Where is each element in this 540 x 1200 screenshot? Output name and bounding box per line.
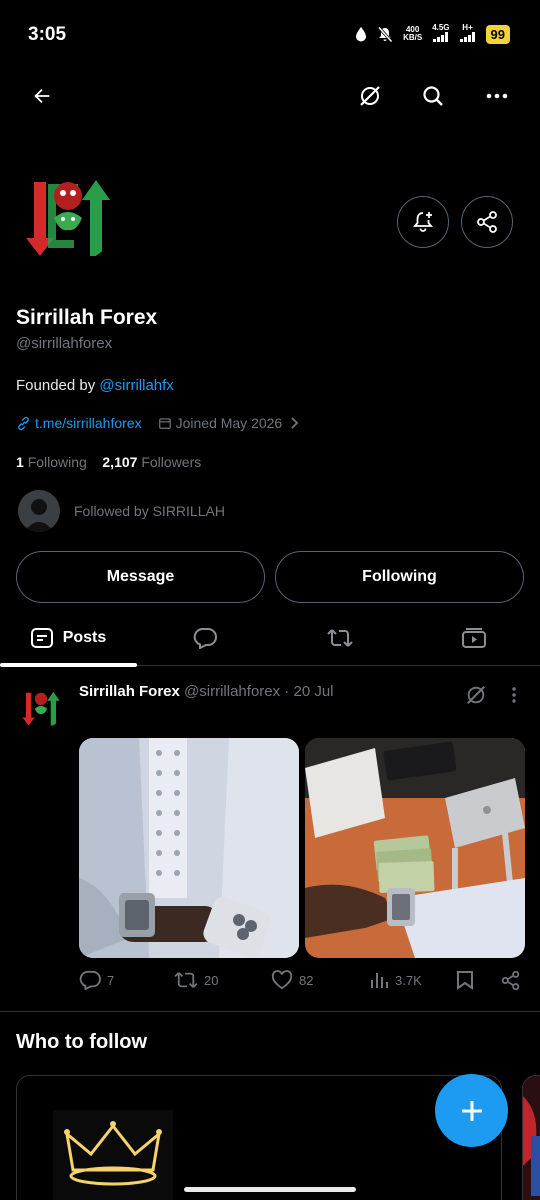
post-separator: · [280, 683, 294, 700]
post-author-avatar[interactable] [18, 683, 64, 729]
media-icon [461, 628, 486, 648]
like-button[interactable]: 82 [271, 970, 313, 990]
bell-plus-icon [413, 212, 433, 232]
bio-text: Founded by [16, 377, 100, 394]
top-navigation [0, 72, 540, 122]
follower-avatar [18, 490, 60, 532]
post-actions: 7 20 82 3.7K [79, 970, 529, 1000]
tab-replies[interactable] [137, 610, 272, 666]
suggestion-thumbnail [523, 1076, 540, 1200]
search-icon [423, 86, 443, 106]
link-icon [18, 416, 29, 430]
bio-mention-link[interactable]: @sirrillahfx [99, 377, 173, 394]
status-icons: 400 KB/S 4.5G H+ 99 [355, 24, 510, 44]
notify-button[interactable] [397, 196, 449, 248]
views-count: 3.7K [395, 972, 422, 988]
post-grok-button[interactable] [456, 675, 496, 715]
profile-meta: t.me/sirrillahforex Joined May 2026 [16, 415, 300, 431]
suggestion-card[interactable] [16, 1075, 502, 1200]
followed-by-text: Followed by SIRRILLAH [74, 503, 225, 519]
search-button[interactable] [413, 76, 453, 116]
message-button[interactable]: Message [16, 551, 265, 603]
network-speed: 400 KB/S [403, 25, 423, 42]
repost-count: 20 [204, 972, 219, 988]
grok-icon [360, 86, 380, 106]
grok-button[interactable] [350, 76, 390, 116]
default-avatar-icon [18, 490, 60, 532]
reply-button[interactable]: 7 [79, 970, 114, 990]
profile-bio: Founded by @sirrillahfx [16, 377, 174, 394]
photo-desk-cash-laptop [305, 738, 525, 958]
plus-icon [461, 1100, 482, 1121]
more-options-button[interactable] [477, 76, 517, 116]
crown-icon [53, 1110, 173, 1200]
reposts-icon [326, 629, 353, 647]
brand-logo-icon [16, 160, 120, 264]
grok-icon [467, 686, 485, 704]
share-icon [477, 211, 497, 233]
bookmark-icon [457, 971, 473, 990]
signal-icon [459, 32, 475, 42]
post-more-button[interactable] [494, 675, 534, 715]
following-link[interactable]: 1 Following [16, 454, 87, 470]
back-arrow-icon [34, 88, 50, 104]
more-dots-icon [486, 93, 508, 99]
tab-media[interactable] [407, 610, 540, 666]
post-date[interactable]: 20 Jul [293, 683, 333, 700]
reply-count: 7 [107, 972, 115, 988]
tab-posts-label: Posts [62, 629, 107, 646]
posts-icon [30, 628, 53, 648]
brand-logo-icon [18, 683, 64, 729]
post-share-button[interactable] [500, 970, 521, 991]
tab-reposts[interactable] [272, 610, 407, 666]
more-vertical-icon [512, 687, 516, 703]
repost-icon [174, 972, 198, 988]
water-drop-icon [356, 27, 367, 42]
post-author-handle[interactable]: @sirrillahforex [184, 683, 280, 700]
views-chart-icon [371, 973, 388, 988]
post-header: Sirrillah Forex @sirrillahforex · 20 Jul [79, 683, 334, 700]
website-link[interactable]: t.me/sirrillahforex [35, 415, 142, 431]
followed-by[interactable]: Followed by SIRRILLAH [18, 490, 225, 532]
profile-display-name: Sirrillah Forex [16, 306, 158, 329]
photo-white-robe-watch [79, 738, 299, 958]
joined-date: Joined May 2026 [175, 415, 283, 431]
post-image-2[interactable] [305, 738, 525, 958]
signal-icon [432, 32, 448, 42]
repost-button[interactable]: 20 [174, 970, 218, 990]
reply-icon [79, 970, 101, 990]
followers-link[interactable]: 2,107 Followers [102, 454, 201, 470]
profile-tabs: Posts [0, 610, 540, 667]
post-card[interactable]: Sirrillah Forex @sirrillahforex · 20 Jul [0, 667, 540, 1012]
profile-avatar[interactable] [16, 160, 120, 264]
status-time: 3:05 [28, 24, 67, 45]
calendar-icon [158, 418, 171, 429]
replies-icon [193, 628, 217, 649]
following-button[interactable]: Following [275, 551, 524, 603]
like-count: 82 [299, 972, 314, 988]
back-button[interactable] [22, 76, 62, 116]
mute-bell-icon [377, 26, 393, 42]
bookmark-button[interactable] [456, 970, 474, 990]
views-button[interactable]: 3.7K [369, 970, 422, 990]
suggestion-card-next[interactable] [522, 1075, 540, 1200]
home-indicator[interactable] [184, 1187, 356, 1192]
who-to-follow-heading: Who to follow [16, 1031, 148, 1053]
network-hplus: H+ [459, 24, 476, 44]
chevron-right-icon[interactable] [290, 416, 300, 430]
share-icon [501, 970, 520, 991]
profile-handle: @sirrillahforex [16, 335, 113, 352]
post-author-name[interactable]: Sirrillah Forex [79, 683, 180, 700]
status-bar: 3:05 400 KB/S 4.5G H+ 99 [0, 0, 540, 70]
battery-indicator: 99 [485, 24, 510, 44]
compose-post-button[interactable] [435, 1074, 508, 1147]
share-profile-button[interactable] [461, 196, 513, 248]
heart-icon [271, 970, 293, 990]
tab-posts[interactable]: Posts [0, 610, 137, 667]
follow-counts: 1 Following 2,107 Followers [16, 454, 201, 470]
post-image-1[interactable] [79, 738, 299, 958]
network-4g: 4.5G [432, 24, 450, 44]
